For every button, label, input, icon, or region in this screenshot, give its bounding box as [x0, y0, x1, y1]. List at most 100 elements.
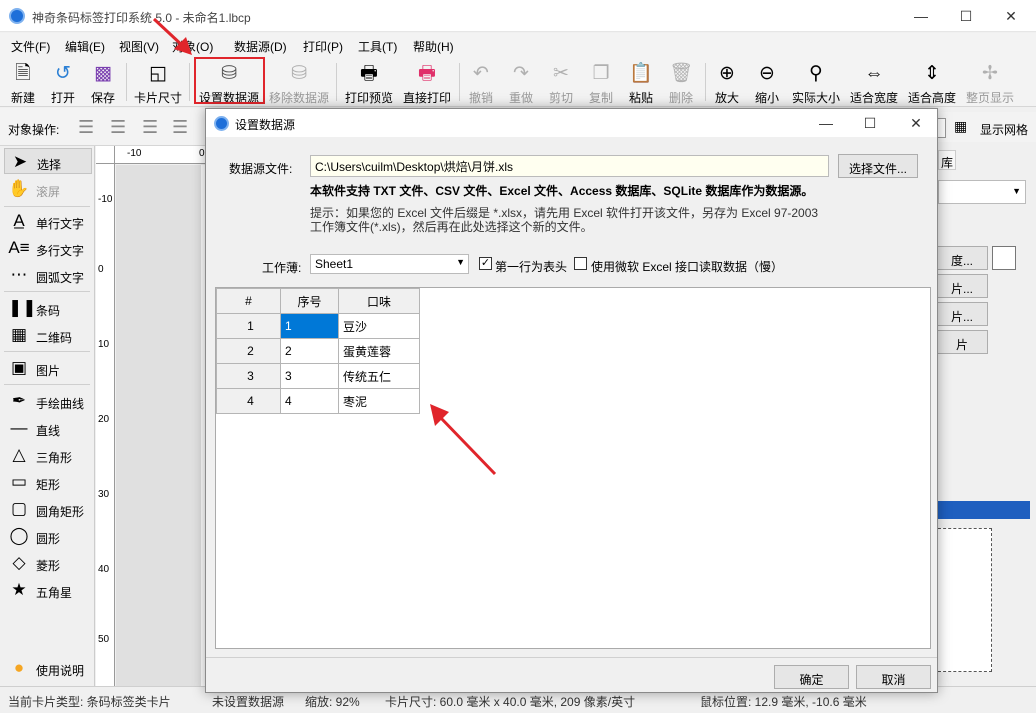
library-tab[interactable]: 库 — [938, 150, 956, 170]
new-file-icon: 🗎 — [15, 63, 31, 84]
tool-rectangle[interactable]: ▭ 矩形 — [4, 469, 92, 495]
redo-icon: ↷ — [513, 63, 529, 84]
right-button-4[interactable]: 片 — [936, 330, 988, 354]
layer-down-icon[interactable]: ☰ — [142, 117, 158, 138]
tool-help[interactable]: ● 使用说明 — [4, 655, 92, 681]
menu-datasource[interactable]: 数据源(D) — [234, 38, 287, 55]
paste-button[interactable]: 📋 粘贴 — [624, 60, 658, 105]
layer-up-icon[interactable]: ☰ — [78, 117, 94, 138]
right-button-1[interactable]: 度... — [936, 246, 988, 270]
new-button[interactable]: 🗎 新建 — [6, 60, 40, 105]
redo-button[interactable]: ↷ 重做 — [504, 60, 538, 105]
table-cell[interactable]: 枣泥 — [338, 388, 420, 414]
ok-button[interactable]: 确定 — [774, 665, 849, 689]
file-path-input[interactable]: C:\Users\cuilm\Desktop\烘焙\月饼.xls — [310, 155, 829, 177]
sheet-select[interactable]: Sheet1 ▼ — [310, 254, 469, 274]
layer-top-icon[interactable]: ☰ — [110, 117, 126, 138]
title-bar: 神奇条码标签打印系统 5.0 - 未命名1.lbcp — ☐ ✕ — [0, 0, 1036, 32]
star-icon: ★ — [11, 580, 27, 599]
maximize-button[interactable]: ☐ — [951, 4, 981, 28]
printer-icon: 🖶 — [418, 63, 436, 84]
table-header-row: # 序号 口味 — [216, 288, 420, 314]
row-header[interactable]: 3 — [216, 363, 281, 389]
show-grid-label[interactable]: 显示网格 — [980, 121, 1028, 138]
dialog-maximize-button[interactable]: ☐ — [858, 112, 882, 134]
actual-size-button[interactable]: ⚲ 实际大小 — [789, 60, 843, 105]
tool-qrcode[interactable]: ▦ 二维码 — [4, 322, 92, 348]
row-header[interactable]: 1 — [216, 313, 281, 339]
column-header[interactable]: 序号 — [280, 288, 339, 314]
sheet-label: 工作薄: — [262, 261, 302, 275]
zoom-out-button[interactable]: ⊖ 缩小 — [750, 60, 784, 105]
menu-file[interactable]: 文件(F) — [11, 38, 50, 55]
table-cell[interactable]: 传统五仁 — [338, 363, 420, 389]
column-header[interactable]: # — [216, 288, 281, 314]
first-row-header-checkbox[interactable]: ✓ — [479, 257, 492, 270]
right-button-2[interactable]: 片... — [936, 274, 988, 298]
tool-barcode[interactable]: ❚❚ 条码 — [4, 295, 92, 321]
table-cell[interactable]: 1 — [280, 313, 339, 339]
print-preview-button[interactable]: 🖶 打印预览 — [342, 60, 396, 105]
remove-datasource-button[interactable]: ⛁ 移除数据源 — [266, 60, 332, 105]
open-button[interactable]: ↺ 打开 — [46, 60, 80, 105]
row-header[interactable]: 4 — [216, 388, 281, 414]
arc-text-icon: ⋯ — [10, 265, 28, 284]
choose-file-button[interactable]: 选择文件... — [838, 154, 918, 178]
tool-select[interactable]: ➤ 选择 — [4, 148, 92, 174]
tool-single-line-text[interactable]: A̲ 单行文字 — [4, 208, 92, 234]
undo-button[interactable]: ↶ 撤销 — [464, 60, 498, 105]
menu-tools[interactable]: 工具(T) — [358, 38, 397, 55]
full-page-button[interactable]: ✢ 整页显示 — [963, 60, 1017, 105]
menu-help[interactable]: 帮助(H) — [413, 38, 454, 55]
column-header[interactable]: 口味 — [338, 288, 420, 314]
dialog-minimize-button[interactable]: — — [814, 112, 838, 134]
direct-print-button[interactable]: 🖶 直接打印 — [400, 60, 454, 105]
tool-line[interactable]: — 直线 — [4, 415, 92, 441]
delete-button[interactable]: 🗑 删除 — [664, 60, 698, 105]
save-button[interactable]: ▩ 保存 — [86, 60, 120, 105]
layer-bottom-icon[interactable]: ☰ — [172, 117, 188, 138]
tool-arc-text[interactable]: ⋯ 圆弧文字 — [4, 262, 92, 288]
card-size-button[interactable]: ◱ 卡片尺寸 — [132, 60, 184, 105]
table-cell[interactable]: 2 — [280, 338, 339, 364]
barcode-icon: ❚❚ — [8, 298, 37, 317]
zoom-in-button[interactable]: ⊕ 放大 — [710, 60, 744, 105]
menu-edit[interactable]: 编辑(E) — [65, 38, 105, 55]
tool-star[interactable]: ★ 五角星 — [4, 577, 92, 603]
color-swatch[interactable] — [992, 246, 1016, 270]
right-button-3[interactable]: 片... — [936, 302, 988, 326]
tool-diamond[interactable]: ◇ 菱形 — [4, 550, 92, 576]
tool-freehand[interactable]: ✒ 手绘曲线 — [4, 388, 92, 414]
ruler-corner — [96, 146, 115, 164]
fit-height-button[interactable]: ⇕ 适合高度 — [905, 60, 959, 105]
data-preview-grid[interactable]: # 序号 口味 1 1 豆沙 2 2 蛋黄莲蓉 3 3 传统五仁 4 4 枣泥 — [215, 287, 931, 649]
fit-width-button[interactable]: ⇔ 适合宽度 — [847, 60, 901, 105]
design-canvas[interactable] — [116, 165, 208, 686]
line-icon: — — [10, 418, 28, 437]
menu-print[interactable]: 打印(P) — [303, 38, 343, 55]
hand-icon: ✋ — [8, 179, 30, 198]
copy-button[interactable]: ❐ 复制 — [584, 60, 618, 105]
horizontal-ruler: -10 0 — [115, 146, 206, 164]
table-cell[interactable]: 蛋黄莲蓉 — [338, 338, 420, 364]
table-cell[interactable]: 4 — [280, 388, 339, 414]
menu-object[interactable]: 对象(O) — [172, 38, 213, 55]
use-ms-excel-checkbox[interactable] — [574, 257, 587, 270]
minimize-button[interactable]: — — [906, 4, 936, 28]
row-header[interactable]: 2 — [216, 338, 281, 364]
cancel-button[interactable]: 取消 — [856, 665, 931, 689]
property-combo[interactable]: ▼ — [938, 180, 1026, 204]
menu-view[interactable]: 视图(V) — [119, 38, 159, 55]
dialog-close-button[interactable]: ✕ — [904, 112, 928, 134]
cut-button[interactable]: ✂ 剪切 — [544, 60, 578, 105]
tool-scroll[interactable]: ✋ 滚屏 — [4, 176, 92, 202]
tool-triangle[interactable]: △ 三角形 — [4, 442, 92, 468]
tool-multi-line-text[interactable]: A≡ 多行文字 — [4, 235, 92, 261]
table-cell[interactable]: 豆沙 — [338, 313, 420, 339]
tool-image[interactable]: ▣ 图片 — [4, 355, 92, 381]
table-cell[interactable]: 3 — [280, 363, 339, 389]
tool-circle[interactable]: ◯ 圆形 — [4, 523, 92, 549]
close-button[interactable]: ✕ — [996, 4, 1026, 28]
tool-rounded-rectangle[interactable]: ▢ 圆角矩形 — [4, 496, 92, 522]
zoom-out-icon: ⊖ — [759, 63, 775, 84]
